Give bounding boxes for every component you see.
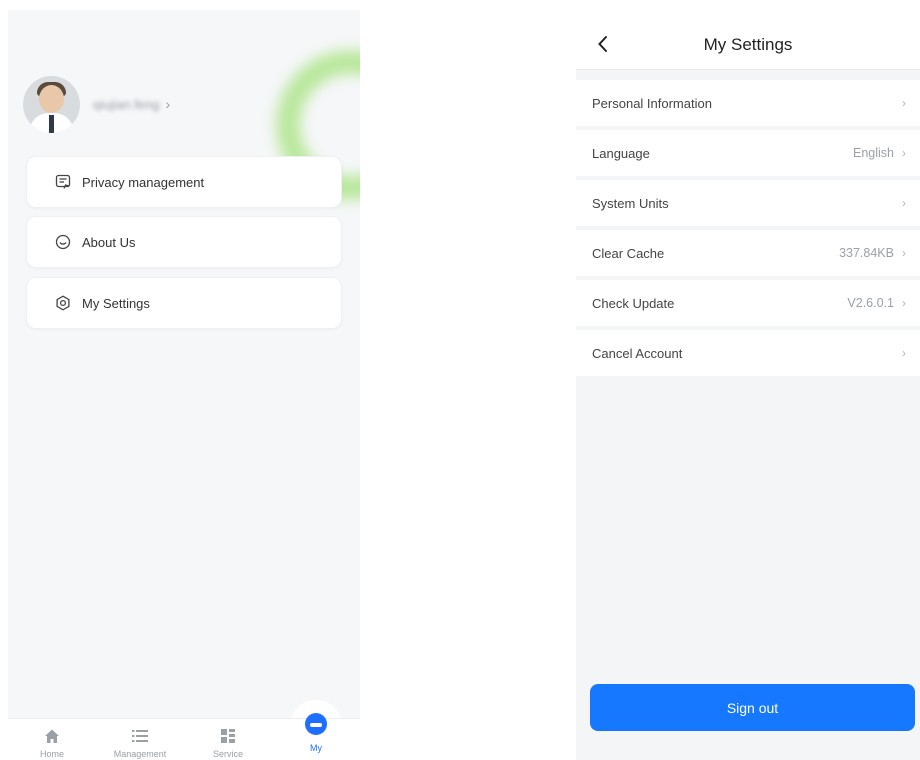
row-label: Check Update	[592, 295, 675, 311]
tab-label: Home	[39, 749, 64, 759]
settings-list: Personal Information › Language English …	[576, 80, 920, 380]
row-label: Language	[592, 145, 650, 161]
settings-row-cancel-account[interactable]: Cancel Account ›	[576, 330, 920, 376]
row-label: System Units	[592, 195, 669, 211]
username-label: qiujian.feng	[93, 96, 160, 112]
sign-out-button[interactable]: Sign out	[590, 684, 915, 731]
my-page-screen: qiujian.feng › Privacy management About …	[8, 10, 360, 760]
chevron-right-icon: ›	[902, 346, 906, 360]
grid-icon	[198, 725, 258, 747]
profile-chevron-icon: ›	[165, 96, 171, 112]
tab-my[interactable]: My	[286, 707, 346, 753]
menu-item-about-us[interactable]: About Us	[26, 216, 342, 268]
tab-label: My	[310, 743, 322, 753]
settings-row-clear-cache[interactable]: Clear Cache 337.84KB ›	[576, 230, 920, 276]
tab-home[interactable]: Home	[22, 725, 82, 759]
chevron-right-icon: ›	[902, 196, 906, 210]
smile-circle-icon	[54, 233, 72, 251]
tab-label: Service	[212, 749, 243, 759]
settings-row-system-units[interactable]: System Units ›	[576, 180, 920, 226]
chevron-right-icon: ›	[902, 96, 906, 110]
home-icon	[22, 725, 82, 747]
my-icon	[286, 707, 346, 741]
tab-management[interactable]: Management	[110, 725, 170, 759]
chevron-right-icon: ›	[902, 246, 906, 260]
menu-item-label: About Us	[82, 234, 136, 250]
page-header: My Settings	[576, 20, 920, 70]
sign-out-label: Sign out	[726, 699, 779, 716]
tab-service[interactable]: Service	[198, 725, 258, 759]
settings-row-personal-information[interactable]: Personal Information ›	[576, 80, 920, 126]
menu-item-label: My Settings	[82, 295, 150, 311]
document-edit-icon	[54, 173, 72, 191]
avatar[interactable]	[23, 75, 80, 133]
row-label: Cancel Account	[592, 345, 683, 361]
menu-item-my-settings[interactable]: My Settings	[26, 277, 342, 329]
row-label: Personal Information	[592, 95, 712, 111]
row-label: Clear Cache	[592, 245, 665, 261]
profile-header[interactable]: qiujian.feng ›	[23, 75, 170, 133]
chevron-right-icon: ›	[902, 296, 906, 310]
settings-gear-icon	[54, 294, 72, 312]
menu-item-label: Privacy management	[82, 174, 205, 190]
row-value: English	[853, 146, 894, 160]
menu-item-privacy-management[interactable]: Privacy management	[26, 156, 342, 208]
page-title: My Settings	[703, 35, 793, 54]
my-settings-screen: My Settings Personal Information › Langu…	[576, 20, 920, 760]
row-value: V2.6.0.1	[847, 296, 894, 310]
bottom-tab-bar: Home Management Service My	[8, 713, 360, 760]
chevron-right-icon: ›	[902, 146, 906, 160]
list-icon	[110, 725, 170, 747]
settings-row-check-update[interactable]: Check Update V2.6.0.1 ›	[576, 280, 920, 326]
row-value: 337.84KB	[839, 246, 894, 260]
settings-row-language[interactable]: Language English ›	[576, 130, 920, 176]
tab-label: Management	[113, 749, 167, 759]
